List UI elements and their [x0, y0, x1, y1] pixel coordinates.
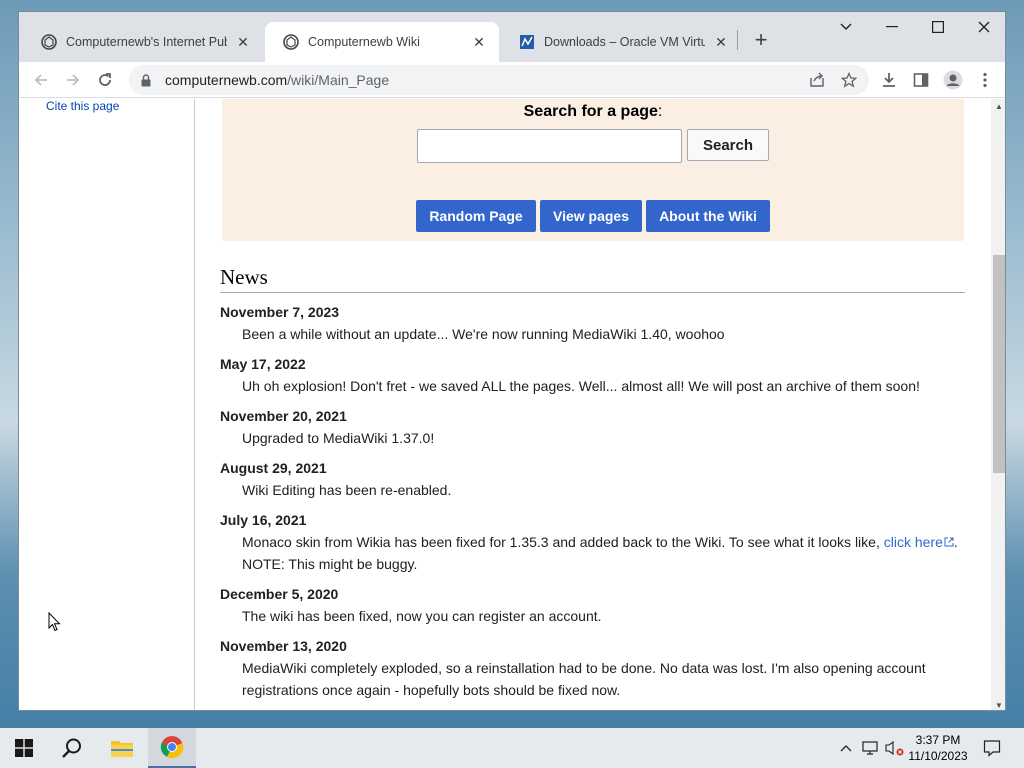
clock-date: 11/10/2023	[908, 749, 968, 763]
profile-avatar-icon[interactable]	[939, 66, 967, 94]
side-panel-icon[interactable]	[907, 66, 935, 94]
reload-button[interactable]	[91, 66, 119, 94]
chrome-taskbar-button[interactable]	[148, 728, 196, 768]
cite-this-page-link[interactable]: Cite this page	[46, 99, 119, 113]
minimize-button[interactable]	[869, 12, 915, 42]
tab-internet-pub[interactable]: Computernewb's Internet Pub H ✕	[23, 22, 263, 62]
news-text: Wiki Editing has been re-enabled.	[242, 482, 452, 498]
external-link-icon	[944, 537, 954, 547]
search-heading: Search for a page:	[222, 103, 964, 121]
tab-title: Computernewb Wiki	[308, 35, 420, 49]
news-item: November 20, 2021 Upgraded to MediaWiki …	[220, 405, 970, 449]
click-here-label: click here	[883, 534, 943, 550]
clock-time: 3:37 PM	[915, 733, 961, 747]
tab-separator	[737, 30, 738, 50]
news-text: MediaWiki completely exploded, so a rein…	[242, 660, 926, 698]
network-icon[interactable]	[860, 728, 882, 768]
news-date: August 29, 2021	[220, 460, 327, 476]
tab-computernewb-wiki[interactable]: Computernewb Wiki ✕	[265, 22, 499, 62]
news-date: November 7, 2023	[220, 304, 340, 320]
search-heading-colon: :	[657, 103, 663, 120]
tab-close-icon[interactable]: ✕	[471, 34, 487, 50]
new-tab-button[interactable]: +	[747, 26, 775, 54]
chrome-icon	[160, 736, 184, 759]
back-button[interactable]	[27, 66, 55, 94]
share-icon[interactable]	[803, 66, 831, 94]
wiki-sidebar: Cite this page	[19, 99, 195, 710]
menu-kebab-icon[interactable]	[971, 66, 999, 94]
url-domain: computernewb.com	[165, 72, 288, 88]
random-page-button[interactable]: Random Page	[416, 200, 536, 232]
close-window-button[interactable]	[961, 12, 1005, 42]
search-heading-text: Search for a page	[523, 103, 658, 120]
news-item: November 7, 2023 Been a while without an…	[220, 301, 970, 345]
maximize-button[interactable]	[915, 12, 961, 42]
news-item: July 16, 2021 Monaco skin from Wikia has…	[220, 509, 970, 575]
search-button[interactable]: Search	[687, 129, 769, 161]
news-text: Uh oh explosion! Don't fret - we saved A…	[242, 378, 920, 394]
news-list: November 7, 2023 Been a while without an…	[220, 301, 970, 709]
news-item: November 13, 2020 MediaWiki completely e…	[220, 635, 970, 701]
scroll-down-arrow-icon[interactable]: ▼	[991, 698, 1005, 710]
news-date: November 13, 2020	[220, 638, 347, 654]
notification-center-icon[interactable]	[978, 728, 1006, 768]
windows-taskbar: 3:37 PM 11/10/2023	[0, 728, 1024, 768]
taskbar-search-button[interactable]	[48, 728, 96, 768]
search-icon	[62, 738, 81, 758]
news-date: December 5, 2020	[220, 586, 339, 602]
page-scrollbar[interactable]: ▲ ▼	[991, 99, 1005, 710]
news-date: November 20, 2021	[220, 408, 347, 424]
tab-virtualbox-downloads[interactable]: Downloads – Oracle VM VirtualB ✕	[501, 22, 741, 62]
search-section: Search for a page: Search Random Page Vi…	[222, 99, 964, 241]
virtualbox-favicon-icon	[519, 34, 535, 50]
folder-icon	[111, 741, 133, 757]
news-date: May 17, 2022	[220, 356, 306, 372]
tab-title: Computernewb's Internet Pub H	[66, 35, 227, 49]
click-here-link[interactable]: click here	[884, 534, 954, 550]
url-path: /wiki/Main_Page	[287, 72, 390, 88]
tab-search-chevron-icon[interactable]	[823, 12, 869, 42]
download-icon[interactable]	[875, 66, 903, 94]
news-item: May 17, 2022 Uh oh explosion! Don't fret…	[220, 353, 970, 397]
search-input[interactable]	[417, 129, 682, 163]
news-heading: News	[220, 265, 268, 289]
about-wiki-button[interactable]: About the Wiki	[646, 200, 770, 232]
address-bar[interactable]: computernewb.com/wiki/Main_Page	[129, 65, 869, 95]
news-text: Monaco skin from Wikia has been fixed fo…	[220, 531, 970, 575]
forward-button[interactable]	[59, 66, 87, 94]
tab-close-icon[interactable]: ✕	[713, 34, 729, 50]
bookmark-star-icon[interactable]	[835, 66, 863, 94]
tray-overflow-chevron-icon[interactable]	[836, 728, 856, 768]
computernewb-favicon-icon	[283, 34, 299, 50]
news-text-part: Monaco skin from Wikia has been fixed fo…	[242, 534, 884, 550]
tab-title: Downloads – Oracle VM VirtualB	[544, 35, 705, 49]
taskbar-clock[interactable]: 3:37 PM 11/10/2023	[902, 732, 974, 764]
page-viewport: Cite this page Search for a page: Search…	[19, 99, 991, 710]
view-pages-button[interactable]: View pages	[540, 200, 642, 232]
news-item: August 29, 2021 Wiki Editing has been re…	[220, 457, 970, 501]
mouse-cursor-icon	[48, 611, 62, 637]
windows-logo-icon	[15, 739, 33, 757]
browser-window: Computernewb's Internet Pub H ✕ Computer…	[18, 11, 1006, 711]
news-item: December 5, 2020 The wiki has been fixed…	[220, 583, 970, 627]
news-text: Upgraded to MediaWiki 1.37.0!	[242, 430, 435, 446]
start-button[interactable]	[0, 728, 48, 768]
scrollbar-thumb[interactable]	[993, 255, 1005, 473]
scroll-up-arrow-icon[interactable]: ▲	[991, 99, 1005, 113]
file-explorer-button[interactable]	[98, 728, 146, 768]
news-text: Been a while without an update... We're …	[242, 326, 725, 342]
news-date: July 16, 2021	[220, 512, 307, 528]
lock-icon	[141, 73, 155, 87]
news-divider	[220, 292, 965, 293]
browser-toolbar: computernewb.com/wiki/Main_Page	[19, 62, 1005, 98]
news-text: The wiki has been fixed, now you can reg…	[242, 608, 602, 624]
tab-strip: Computernewb's Internet Pub H ✕ Computer…	[19, 12, 1005, 62]
tab-close-icon[interactable]: ✕	[235, 34, 251, 50]
computernewb-favicon-icon	[41, 34, 57, 50]
